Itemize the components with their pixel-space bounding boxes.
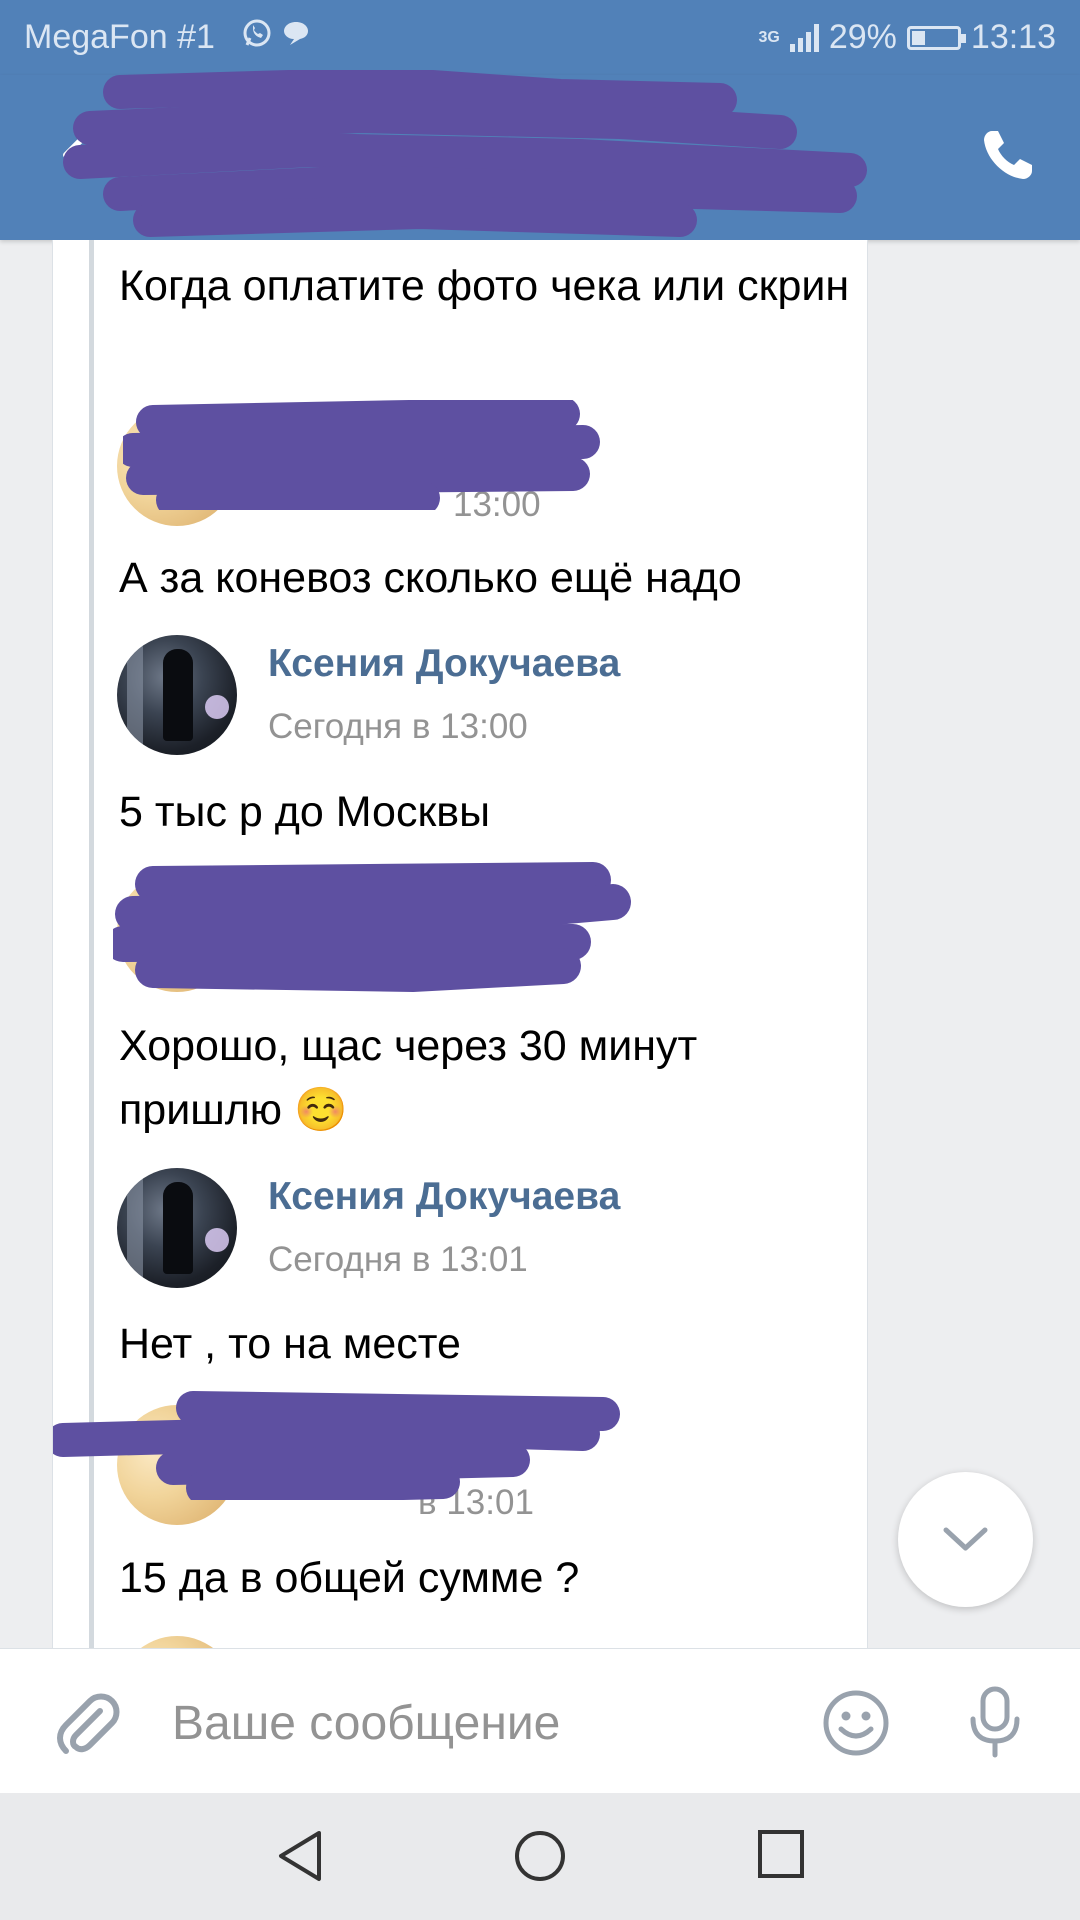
message-time: Сегодня в 13:00 bbox=[268, 707, 528, 746]
redaction-scribble bbox=[113, 862, 631, 992]
chevron-down-icon bbox=[943, 1527, 988, 1551]
avatar[interactable] bbox=[117, 1168, 237, 1288]
battery-percent: 29% bbox=[828, 18, 897, 56]
phone-icon[interactable] bbox=[978, 125, 1038, 185]
system-navigation-bar bbox=[0, 1793, 1080, 1920]
back-triangle-icon[interactable] bbox=[275, 1829, 325, 1883]
redaction-scribble bbox=[123, 400, 600, 510]
message-text: Хорошо, щас через 30 минут пришлю ☺️ bbox=[119, 1022, 698, 1134]
sender-name[interactable]: Ксения Докучаева bbox=[268, 1175, 620, 1219]
smiley-icon[interactable] bbox=[822, 1689, 890, 1757]
battery-icon bbox=[906, 25, 966, 50]
message-text: 15 да в общей сумме ? bbox=[119, 1554, 580, 1602]
chat-bubble-icon bbox=[284, 22, 308, 45]
whatsapp-icon bbox=[243, 19, 271, 47]
avatar[interactable] bbox=[117, 1636, 237, 1648]
message-text: Когда оплатите фото чека или скрин bbox=[119, 262, 850, 310]
redaction-scribble bbox=[53, 1391, 620, 1500]
recents-square-icon[interactable] bbox=[757, 1829, 805, 1879]
signal-icon bbox=[789, 23, 819, 52]
carrier-name: MegaFon #1 bbox=[24, 18, 215, 56]
message-composer bbox=[0, 1648, 1080, 1794]
message-text: Нет , то на месте bbox=[119, 1320, 461, 1368]
message-text: А за коневоз сколько ещё надо bbox=[119, 554, 742, 602]
message-time: Сегодня в 13:01 bbox=[268, 1240, 528, 1279]
paperclip-icon[interactable] bbox=[52, 1689, 122, 1759]
message-list[interactable]: Когда оплатите фото чека или скрин 13:00… bbox=[52, 240, 868, 1648]
status-bar: MegaFon #1 3G 29% 13:13 bbox=[0, 0, 1080, 75]
sender-name[interactable]: Ксения Докучаева bbox=[268, 642, 620, 686]
message-text: 5 тыс р до Москвы bbox=[119, 788, 491, 836]
redaction-scribble bbox=[63, 70, 867, 237]
network-type: 3G bbox=[758, 28, 780, 46]
scroll-to-bottom-button[interactable] bbox=[898, 1472, 1033, 1607]
microphone-icon[interactable] bbox=[965, 1685, 1025, 1761]
avatar[interactable] bbox=[117, 635, 237, 755]
home-circle-icon[interactable] bbox=[513, 1829, 567, 1883]
clock: 13:13 bbox=[970, 18, 1056, 56]
message-input[interactable] bbox=[170, 1689, 774, 1757]
